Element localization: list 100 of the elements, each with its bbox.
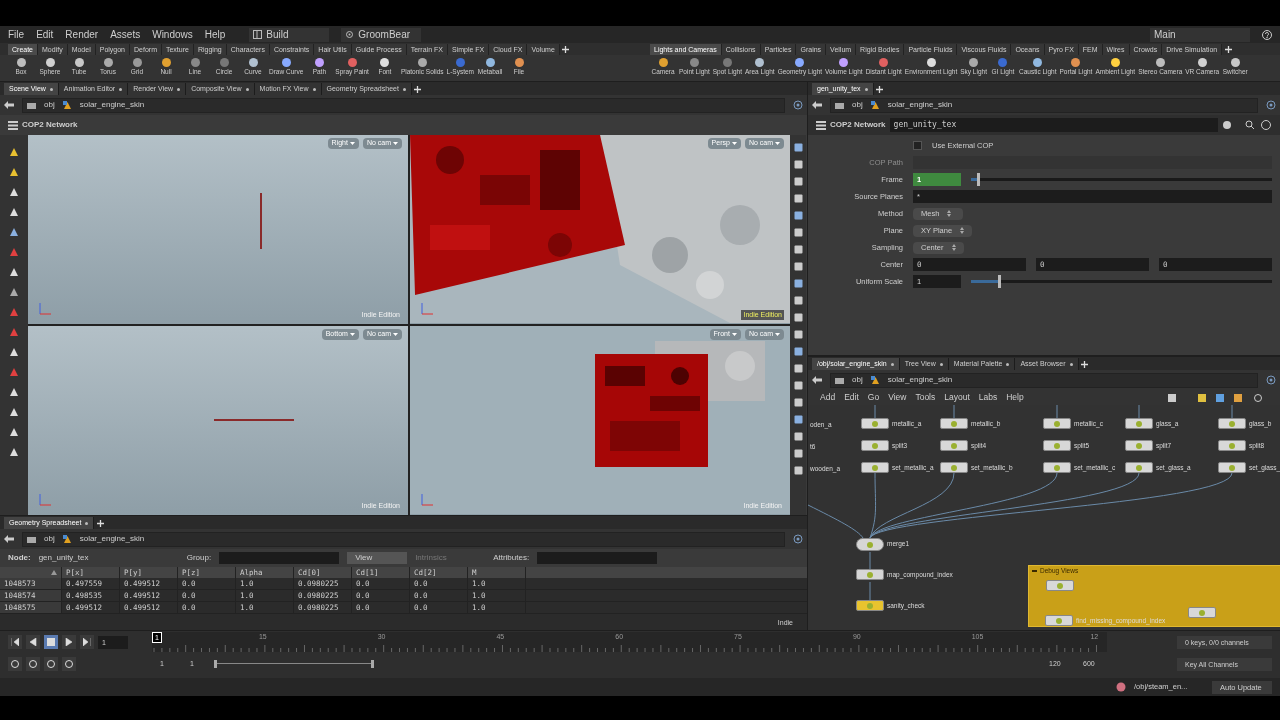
menu-item[interactable]: Edit bbox=[844, 391, 859, 404]
playback-button[interactable] bbox=[26, 635, 40, 649]
node-wire bbox=[808, 504, 864, 539]
tool-button[interactable] bbox=[792, 396, 804, 408]
path-field[interactable]: obj solar_engine_skin bbox=[830, 372, 1258, 388]
tool-button[interactable] bbox=[792, 158, 804, 170]
close-dot-icon bbox=[1069, 362, 1073, 366]
slider[interactable] bbox=[971, 173, 1272, 186]
network-node[interactable] bbox=[1188, 607, 1216, 618]
checkbox[interactable] bbox=[913, 141, 922, 150]
tool-button[interactable] bbox=[792, 430, 804, 442]
network-node[interactable] bbox=[1043, 418, 1071, 429]
network-node[interactable] bbox=[1218, 462, 1246, 473]
network-node[interactable] bbox=[1218, 440, 1246, 451]
node-wire bbox=[869, 551, 871, 571]
tool-button[interactable] bbox=[792, 192, 804, 204]
menu-item[interactable]: Render bbox=[65, 27, 99, 42]
object-icon bbox=[62, 100, 72, 110]
menu-item[interactable]: Labs bbox=[978, 391, 998, 404]
tool-icon bbox=[218, 57, 230, 68]
group-label: Group: bbox=[186, 552, 212, 564]
tool-button[interactable] bbox=[792, 328, 804, 340]
add-tab-button[interactable] bbox=[873, 83, 886, 95]
tool-button[interactable] bbox=[792, 141, 804, 153]
tool-button[interactable] bbox=[792, 243, 804, 255]
tool-icon bbox=[688, 57, 700, 68]
timeline-tool-button[interactable] bbox=[8, 657, 22, 671]
playback-button[interactable] bbox=[80, 635, 94, 649]
menu-item[interactable]: Windows bbox=[152, 27, 193, 42]
network-node[interactable] bbox=[856, 538, 884, 551]
menu-item[interactable]: File bbox=[8, 27, 25, 42]
add-tab-button[interactable] bbox=[559, 44, 572, 55]
tool-button[interactable] bbox=[792, 311, 804, 323]
context-dropdown[interactable]: GroomBear bbox=[341, 27, 422, 42]
network-node[interactable] bbox=[1125, 440, 1153, 451]
geometry-line bbox=[260, 193, 262, 249]
node-flag-icon bbox=[951, 464, 957, 471]
close-dot-icon bbox=[890, 362, 894, 366]
desktop-dropdown[interactable]: Build bbox=[249, 27, 330, 42]
tool-button[interactable] bbox=[792, 226, 804, 238]
network-node[interactable] bbox=[940, 418, 968, 429]
network-node[interactable] bbox=[940, 462, 968, 473]
add-tab-button[interactable] bbox=[1078, 358, 1091, 370]
group-field[interactable] bbox=[219, 552, 340, 564]
attributes-field[interactable] bbox=[537, 552, 658, 564]
add-tab-button[interactable] bbox=[94, 517, 107, 529]
tool-button[interactable] bbox=[792, 362, 804, 374]
menu-item[interactable]: Edit bbox=[36, 27, 54, 42]
network-node[interactable] bbox=[1043, 440, 1071, 451]
plus-icon bbox=[1081, 360, 1089, 368]
tool-button[interactable] bbox=[792, 260, 804, 272]
timeline-tool-button[interactable] bbox=[44, 657, 58, 671]
tool-button[interactable] bbox=[792, 379, 804, 391]
tool-button[interactable] bbox=[792, 345, 804, 357]
add-tab-button[interactable] bbox=[411, 83, 424, 95]
menu-item[interactable]: Add bbox=[820, 391, 836, 404]
slider[interactable] bbox=[971, 275, 1272, 288]
network-node[interactable] bbox=[861, 462, 889, 473]
range-slider[interactable] bbox=[214, 660, 374, 668]
menu-item[interactable]: Help bbox=[1006, 391, 1024, 404]
network-node[interactable] bbox=[861, 440, 889, 451]
tool-button[interactable] bbox=[792, 209, 804, 221]
timeline-tool-button[interactable] bbox=[26, 657, 40, 671]
tool-button[interactable] bbox=[792, 413, 804, 425]
menu-item[interactable]: Tools bbox=[915, 391, 936, 404]
tool-button[interactable] bbox=[792, 447, 804, 459]
network-node[interactable] bbox=[940, 440, 968, 451]
menu-item[interactable]: Go bbox=[867, 391, 880, 404]
network-node[interactable] bbox=[1046, 580, 1074, 591]
path-field[interactable]: obj solar_engine_skin bbox=[22, 97, 785, 113]
network-node[interactable] bbox=[1218, 418, 1246, 429]
menu-item[interactable]: Assets bbox=[110, 27, 141, 42]
help-icon bbox=[1261, 120, 1271, 130]
add-tab-button[interactable] bbox=[1222, 44, 1235, 55]
menu-item[interactable]: Layout bbox=[944, 391, 970, 404]
network-node[interactable] bbox=[1125, 462, 1153, 473]
menu-item[interactable]: View bbox=[888, 391, 907, 404]
network-node[interactable] bbox=[1125, 418, 1153, 429]
network-node[interactable] bbox=[1045, 615, 1073, 626]
path-field[interactable]: obj solar_engine_skin bbox=[22, 531, 785, 547]
tool-button[interactable] bbox=[792, 175, 804, 187]
tool-button[interactable] bbox=[792, 464, 804, 476]
menu-item[interactable]: Help bbox=[204, 27, 226, 42]
tool-button[interactable] bbox=[792, 277, 804, 289]
node-name-field[interactable]: gen_unity_tex bbox=[889, 118, 1218, 132]
node-flag-icon bbox=[867, 571, 873, 578]
node-type-label: COP2 Network bbox=[830, 119, 886, 131]
network-node[interactable] bbox=[856, 569, 884, 580]
network-node[interactable] bbox=[1043, 462, 1071, 473]
view-dropdown[interactable]: View bbox=[347, 552, 408, 564]
playback-button[interactable] bbox=[8, 635, 22, 649]
network-canvas[interactable] bbox=[808, 405, 1280, 630]
timeline-tool-button[interactable] bbox=[62, 657, 76, 671]
path-field[interactable]: obj solar_engine_skin bbox=[830, 97, 1258, 113]
network-node[interactable] bbox=[861, 418, 889, 429]
layout-dropdown[interactable]: Main bbox=[1150, 27, 1250, 42]
tool-button[interactable] bbox=[792, 294, 804, 306]
node-flag-icon bbox=[1229, 464, 1235, 471]
playback-button[interactable] bbox=[62, 635, 76, 649]
network-node[interactable] bbox=[856, 600, 884, 611]
